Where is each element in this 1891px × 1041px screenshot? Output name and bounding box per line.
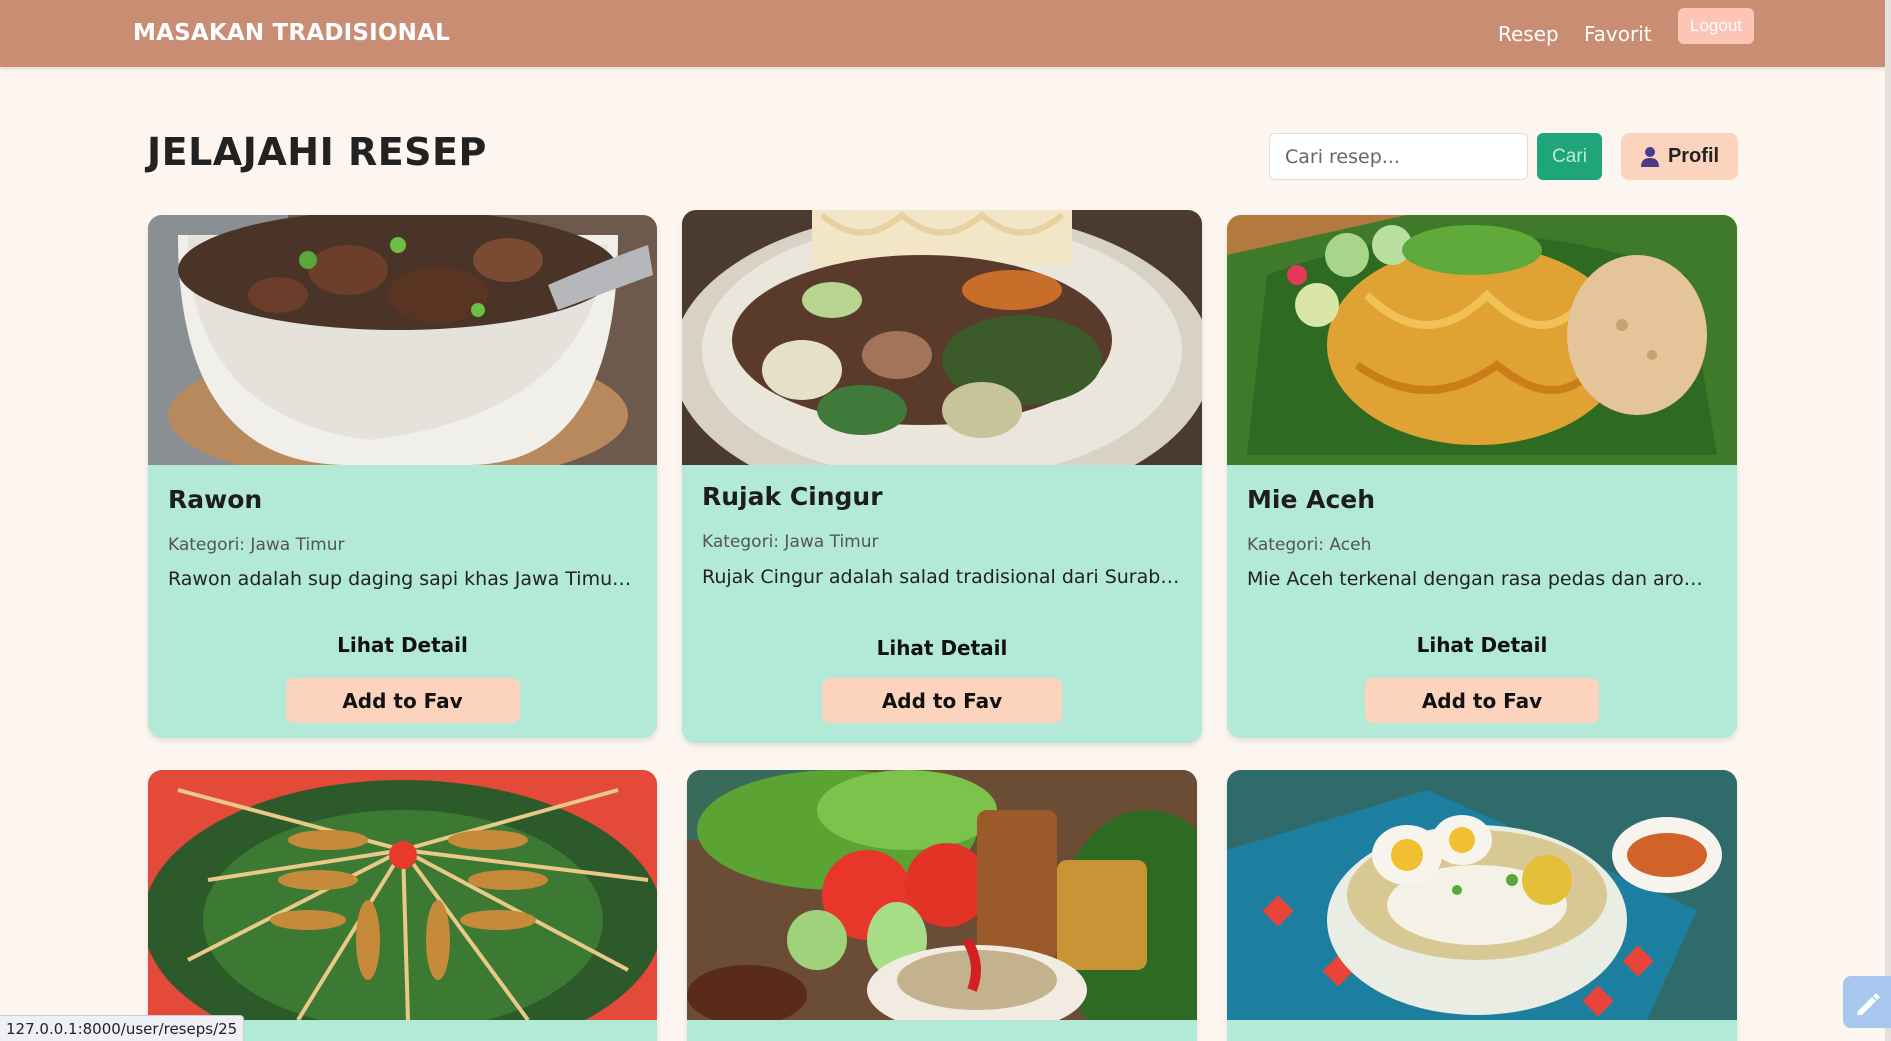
add-to-fav-button[interactable]: Add to Fav xyxy=(822,678,1062,723)
logout-button[interactable]: Logout xyxy=(1678,8,1754,44)
nav-link-resep[interactable]: Resep xyxy=(1498,22,1559,46)
sate-photo[interactable] xyxy=(148,770,657,1020)
rujak-cingur-photo[interactable] xyxy=(682,210,1202,465)
card-description: Rujak Cingur adalah salad tradisional da… xyxy=(702,566,1182,588)
brand-logo[interactable]: MASAKAN TRADISIONAL xyxy=(133,20,450,46)
recipe-card xyxy=(148,770,657,1041)
soto-photo[interactable] xyxy=(1227,770,1737,1020)
recipe-card xyxy=(1227,770,1737,1041)
user-icon xyxy=(1640,146,1659,167)
nav-link-favorit[interactable]: Favorit xyxy=(1584,22,1652,46)
card-category: Kategori: Jawa Timur xyxy=(702,532,879,552)
card-title: Mie Aceh xyxy=(1247,485,1376,514)
card-title: Rujak Cingur xyxy=(702,482,883,511)
search-button[interactable]: Cari xyxy=(1537,133,1602,180)
lihat-detail-link[interactable]: Lihat Detail xyxy=(682,636,1202,660)
card-category: Kategori: Jawa Timur xyxy=(168,535,345,555)
nasi-pecel-photo[interactable] xyxy=(687,770,1197,1020)
status-bar-url: 127.0.0.1:8000/user/reseps/25 xyxy=(0,1015,245,1041)
add-to-fav-button[interactable]: Add to Fav xyxy=(285,678,520,723)
card-description: Rawon adalah sup daging sapi khas Jawa T… xyxy=(168,568,637,590)
card-description: Mie Aceh terkenal dengan rasa pedas dan … xyxy=(1247,568,1717,590)
search-input[interactable] xyxy=(1269,133,1528,180)
add-to-fav-button[interactable]: Add to Fav xyxy=(1365,678,1599,723)
page-scrollbar[interactable] xyxy=(1885,0,1891,1041)
recipe-card xyxy=(687,770,1197,1041)
pencil-icon[interactable] xyxy=(1843,976,1891,1028)
page-title: JELAJAHI RESEP xyxy=(147,130,487,174)
recipe-card: Mie Aceh Kategori: Aceh Mie Aceh terkena… xyxy=(1227,215,1737,738)
profile-button-label: Profil xyxy=(1667,145,1720,167)
lihat-detail-link[interactable]: Lihat Detail xyxy=(148,633,657,657)
card-title: Rawon xyxy=(168,485,263,514)
navbar: MASAKAN TRADISIONAL Resep Favorit Logout xyxy=(0,0,1891,67)
rawon-photo[interactable] xyxy=(148,215,657,465)
profile-button[interactable]: Profil xyxy=(1621,133,1738,180)
lihat-detail-link[interactable]: Lihat Detail xyxy=(1227,633,1737,657)
card-category: Kategori: Aceh xyxy=(1247,535,1372,555)
recipe-card: Rujak Cingur Kategori: Jawa Timur Rujak … xyxy=(682,210,1202,743)
recipe-card: Rawon Kategori: Jawa Timur Rawon adalah … xyxy=(148,215,657,738)
mie-aceh-photo[interactable] xyxy=(1227,215,1737,465)
